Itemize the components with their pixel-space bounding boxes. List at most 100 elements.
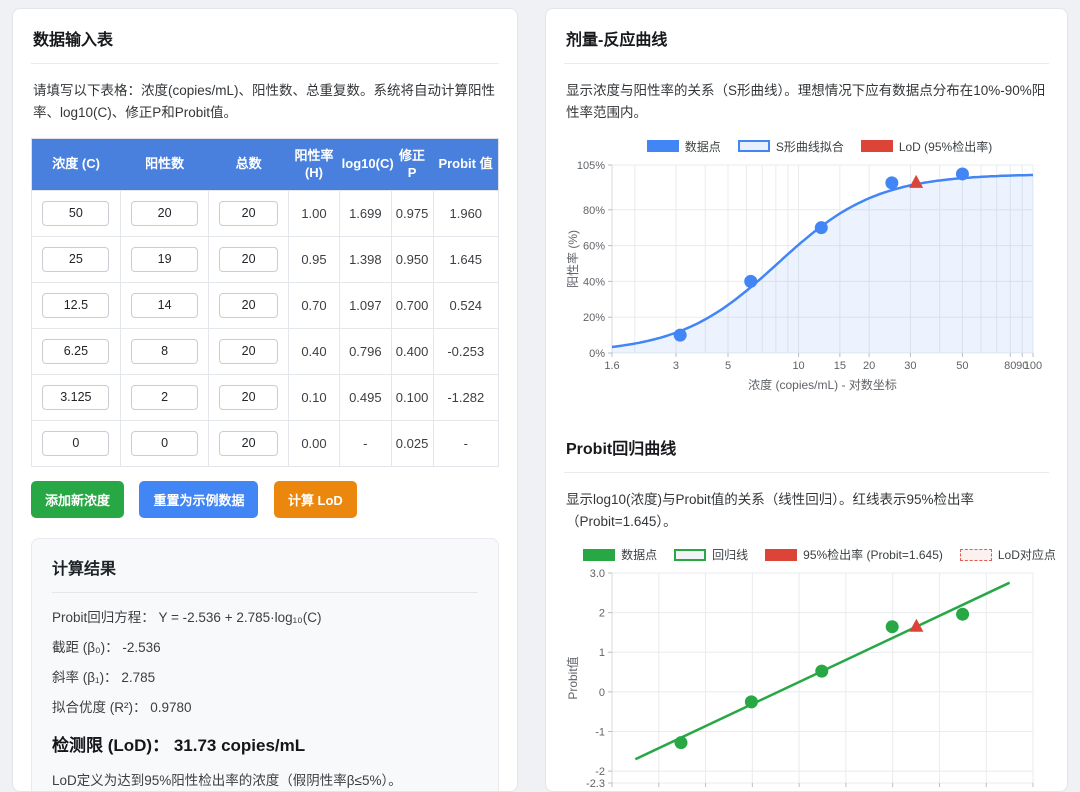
svg-text:3.0: 3.0 [590, 568, 605, 580]
legend-item: LoD (95%检出率) [861, 138, 992, 155]
button-row: 添加新浓度 重置为示例数据 计算 LoD [31, 481, 499, 518]
svg-text:10: 10 [792, 360, 804, 372]
positive-rate-cell: 0.95 [288, 236, 339, 282]
input-cell [209, 236, 288, 282]
legend-item: LoD对应点 [960, 546, 1056, 563]
positive-count-input[interactable] [131, 431, 198, 456]
concentration-input[interactable] [42, 385, 109, 410]
log10-cell: - [340, 420, 391, 466]
input-cell [32, 236, 121, 282]
svg-text:100: 100 [1024, 360, 1042, 372]
input-cell [209, 282, 288, 328]
r-squared-value: 拟合优度 (R²)： 0.9780 [52, 696, 478, 716]
total-count-input[interactable] [219, 247, 279, 272]
input-card-body: 请填写以下表格：浓度(copies/mL)、阳性数、总重复数。系统将自动计算阳性… [13, 64, 517, 792]
dose-response-chart: 1.635101520305080901000%20%40%60%80%105%… [564, 157, 1047, 397]
result-card: 计算结果 Probit回归方程： Y = -2.536 + 2.785·log₁… [31, 538, 499, 792]
input-cell [32, 374, 121, 420]
dose-chart-legend: 数据点 S形曲线拟合 LoD (95%检出率) [564, 138, 1049, 155]
probit-cell: -0.253 [433, 328, 498, 374]
positive-count-input[interactable] [131, 201, 198, 226]
result-card-title: 计算结果 [52, 555, 478, 593]
total-count-input[interactable] [219, 339, 279, 364]
legend-item: 95%检出率 (Probit=1.645) [765, 546, 943, 563]
svg-text:0%: 0% [589, 348, 605, 360]
input-cell [32, 282, 121, 328]
input-cell [120, 328, 209, 374]
adjusted-p-cell: 0.975 [391, 190, 433, 236]
input-cell [209, 328, 288, 374]
concentration-input[interactable] [42, 431, 109, 456]
positive-count-input[interactable] [131, 339, 198, 364]
total-count-input[interactable] [219, 201, 279, 226]
probit-section-description: 显示log10(浓度)与Probit值的关系（线性回归）。红线表示95%检出率（… [566, 489, 1047, 534]
log10-cell: 1.097 [340, 282, 391, 328]
input-cell [120, 236, 209, 282]
legend-label: S形曲线拟合 [776, 138, 844, 155]
table-row: 0.00-0.025- [32, 420, 499, 466]
adjusted-p-cell: 0.100 [391, 374, 433, 420]
lod-result: 检测限 (LoD)： 31.73 copies/mL [52, 731, 478, 756]
positive-rate-cell: 0.00 [288, 420, 339, 466]
lod-definition: LoD定义为达到95%阳性检出率的浓度（假阴性率β≤5%）。 [52, 769, 478, 789]
dose-section-title: 剂量-反应曲线 [546, 9, 1067, 63]
legend-item: 数据点 [647, 138, 721, 155]
total-count-input[interactable] [219, 293, 279, 318]
input-cell [209, 420, 288, 466]
table-row: 0.951.3980.9501.645 [32, 236, 499, 282]
concentration-input[interactable] [42, 201, 109, 226]
positive-rate-cell: 0.10 [288, 374, 339, 420]
table-header-cell: log10(C) [340, 138, 391, 190]
probit-cell: 1.960 [433, 190, 498, 236]
input-card-description: 请填写以下表格：浓度(copies/mL)、阳性数、总重复数。系统将自动计算阳性… [33, 80, 497, 125]
svg-text:-2: -2 [595, 766, 605, 778]
probit-section-body: 显示log10(浓度)与Probit值的关系（线性回归）。红线表示95%检出率（… [546, 473, 1067, 792]
data-input-table: 浓度 (C)阳性数总数阳性率 (H)log10(C)修正 PProbit 值 1… [31, 138, 499, 467]
svg-text:浓度 (copies/mL) - 对数坐标: 浓度 (copies/mL) - 对数坐标 [748, 377, 897, 392]
svg-text:3: 3 [673, 360, 679, 372]
log10-cell: 1.699 [340, 190, 391, 236]
table-row: 0.400.7960.400-0.253 [32, 328, 499, 374]
dose-section-body: 显示浓度与阳性率的关系（S形曲线）。理想情况下应有数据点分布在10%-90%阳性… [546, 64, 1067, 413]
svg-text:40%: 40% [583, 276, 605, 288]
svg-text:阳性率 (%): 阳性率 (%) [565, 230, 580, 288]
legend-item: 数据点 [583, 546, 657, 563]
calculate-lod-button[interactable]: 计算 LoD [274, 481, 357, 518]
svg-text:80: 80 [1004, 360, 1016, 372]
svg-text:-1: -1 [595, 727, 605, 739]
svg-text:Probit值: Probit值 [565, 656, 580, 699]
input-cell [32, 190, 121, 236]
concentration-input[interactable] [42, 247, 109, 272]
probit-cell: 0.524 [433, 282, 498, 328]
concentration-input[interactable] [42, 339, 109, 364]
legend-label: LoD对应点 [998, 546, 1056, 563]
positive-count-input[interactable] [131, 385, 198, 410]
log10-cell: 0.796 [340, 328, 391, 374]
input-cell [209, 374, 288, 420]
svg-text:1: 1 [599, 647, 605, 659]
reset-example-data-button[interactable]: 重置为示例数据 [139, 481, 258, 518]
input-card-title: 数据输入表 [13, 9, 517, 63]
slope-value: 斜率 (β₁)： 2.785 [52, 666, 478, 686]
input-cell [209, 190, 288, 236]
total-count-input[interactable] [219, 385, 279, 410]
table-header-row: 浓度 (C)阳性数总数阳性率 (H)log10(C)修正 PProbit 值 [32, 138, 499, 190]
legend-swatch [765, 549, 797, 561]
svg-text:30: 30 [904, 360, 916, 372]
total-count-input[interactable] [219, 431, 279, 456]
table-header-cell: 浓度 (C) [32, 138, 121, 190]
data-input-card: 数据输入表 请填写以下表格：浓度(copies/mL)、阳性数、总重复数。系统将… [12, 8, 518, 792]
table-row: 0.100.4950.100-1.282 [32, 374, 499, 420]
svg-text:15: 15 [834, 360, 846, 372]
concentration-input[interactable] [42, 293, 109, 318]
input-cell [32, 328, 121, 374]
svg-text:1.6: 1.6 [604, 360, 619, 372]
positive-count-input[interactable] [131, 247, 198, 272]
adjusted-p-cell: 0.400 [391, 328, 433, 374]
probit-regression-chart: 0.20.40.60.81.01.21.41.61.82.0-2.3-2-101… [564, 565, 1047, 792]
add-concentration-button[interactable]: 添加新浓度 [31, 481, 124, 518]
probit-cell: 1.645 [433, 236, 498, 282]
input-cell [120, 282, 209, 328]
probit-cell: -1.282 [433, 374, 498, 420]
positive-count-input[interactable] [131, 293, 198, 318]
